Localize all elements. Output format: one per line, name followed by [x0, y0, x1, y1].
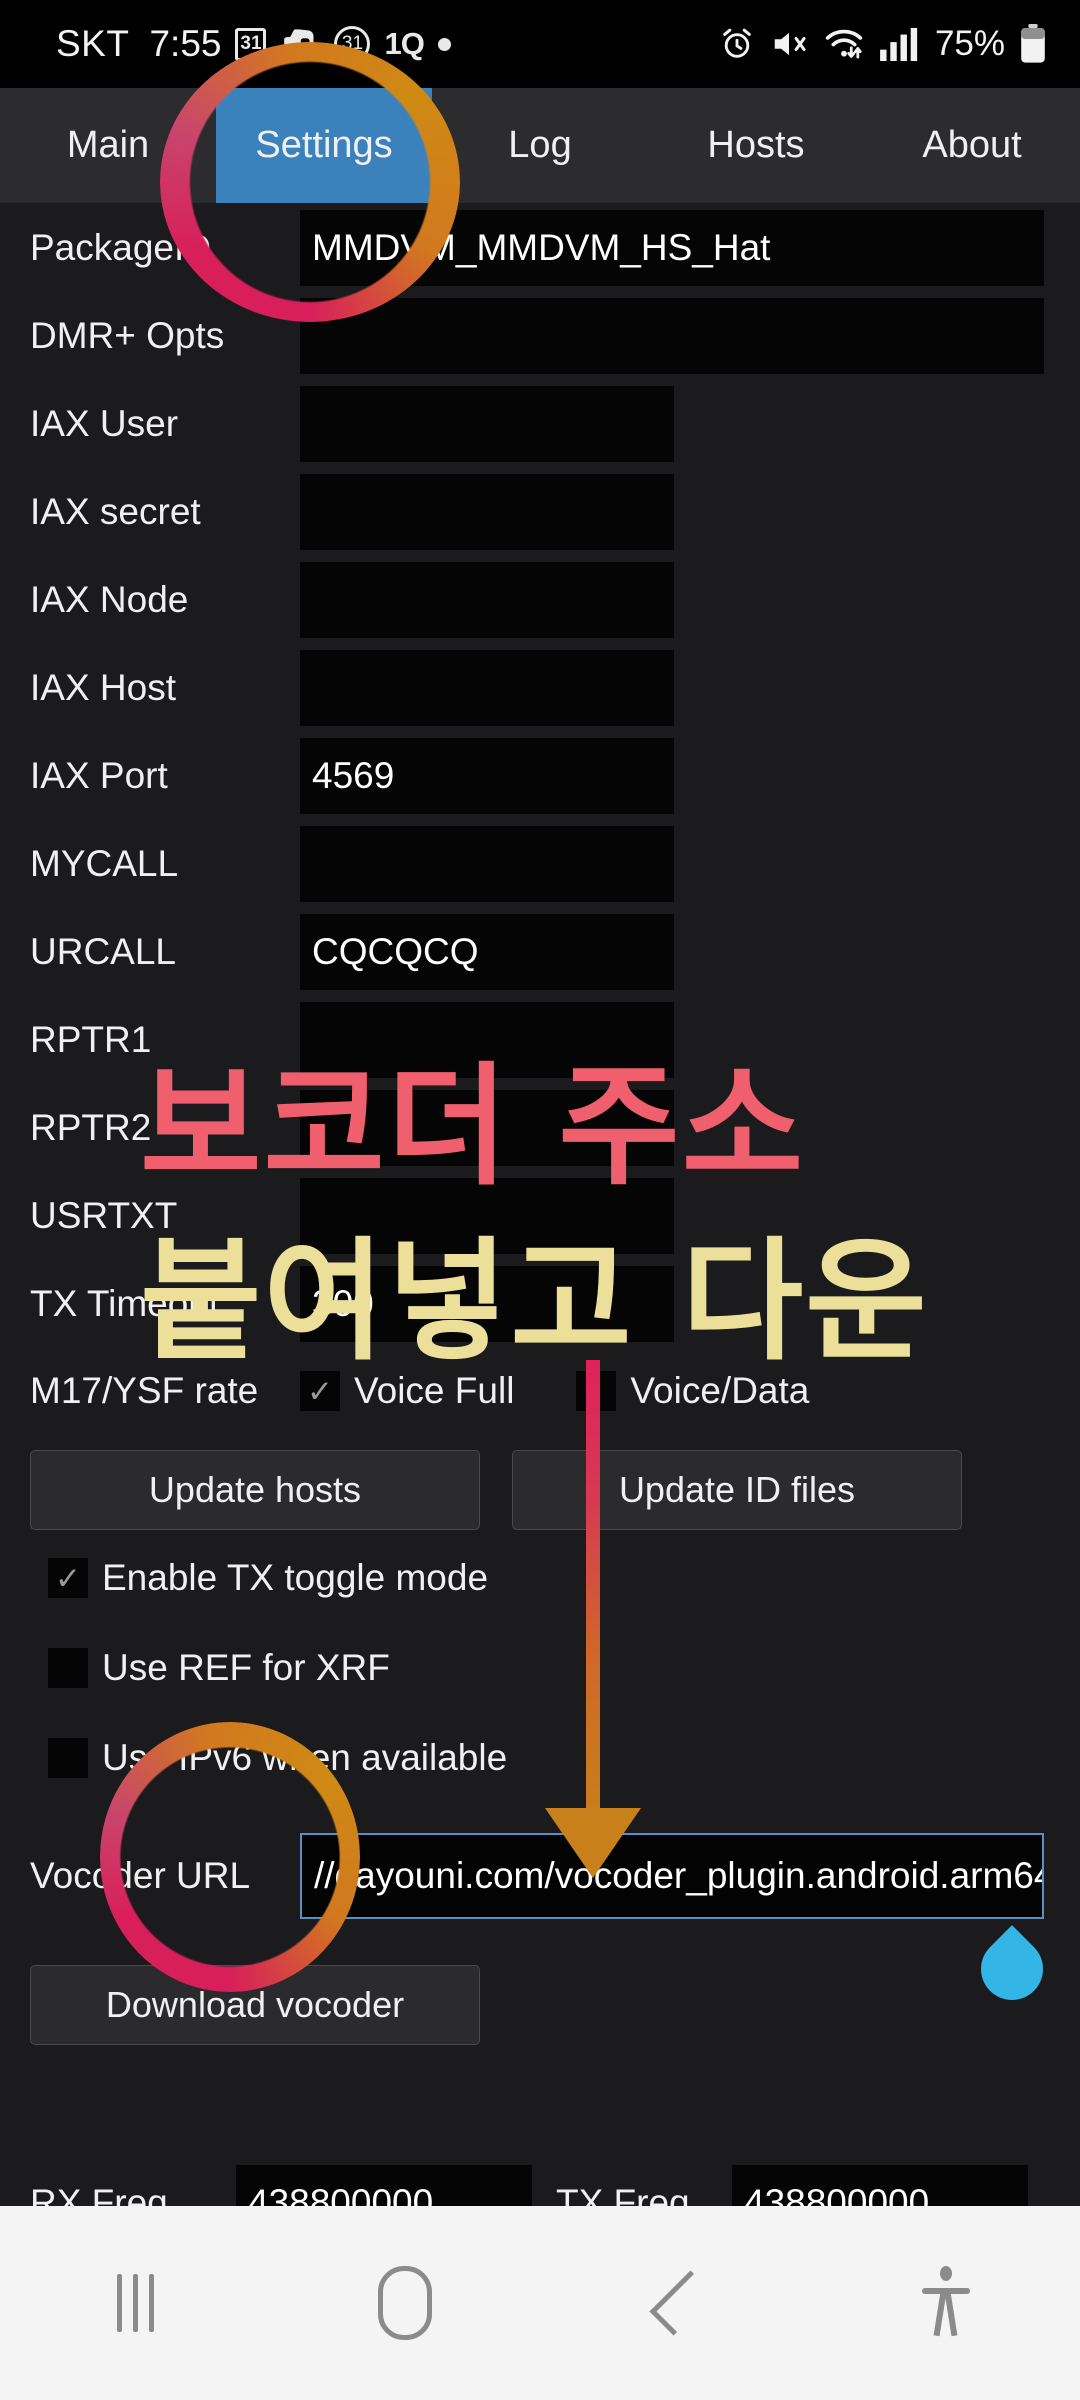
- label-iax-port: IAX Port: [30, 755, 168, 796]
- download-vocoder-button[interactable]: Download vocoder: [30, 1965, 480, 2045]
- accessibility-icon: [918, 2266, 972, 2340]
- input-packageid[interactable]: MMDVM_MMDVM_HS_Hat: [300, 210, 1044, 286]
- vocoder-url-row[interactable]: Vocoder URL //dayouni.com/vocoder_plugin…: [0, 1828, 1080, 1924]
- tab-hosts[interactable]: Hosts: [648, 88, 864, 203]
- mute-icon: [770, 25, 808, 63]
- tab-settings[interactable]: Settings: [216, 88, 432, 203]
- input-vocoder-url[interactable]: //dayouni.com/vocoder_plugin.android.arm…: [300, 1833, 1044, 1919]
- status-bar-right: 75%: [719, 0, 1046, 88]
- checkbox-enable-tx-toggle[interactable]: ✓: [48, 1558, 88, 1598]
- input-urcall[interactable]: CQCQCQ: [300, 914, 674, 990]
- label-dmrplus-opts: DMR+ Opts: [30, 315, 225, 356]
- input-rptr1[interactable]: [300, 1002, 674, 1078]
- label-vocoder-url: Vocoder URL: [30, 1855, 251, 1896]
- m17-ysf-rate-row: M17/YSF rate ✓ Voice Full Voice/Data: [0, 1355, 1080, 1427]
- field-row-usrtxt[interactable]: USRTXT: [0, 1171, 1080, 1261]
- radio-voice-full[interactable]: ✓ Voice Full: [300, 1370, 514, 1412]
- label-iax-user: IAX User: [30, 403, 179, 444]
- home-icon: [378, 2266, 432, 2340]
- label-voice-full: Voice Full: [354, 1370, 515, 1411]
- input-iax-secret[interactable]: [300, 474, 674, 550]
- field-row-mycall[interactable]: MYCALL: [0, 819, 1080, 909]
- wifi-icon: [823, 25, 865, 63]
- update-id-files-button[interactable]: Update ID files: [512, 1450, 962, 1530]
- update-hosts-button[interactable]: Update hosts: [30, 1450, 480, 1530]
- checkbox-row-enable-tx-toggle[interactable]: ✓ Enable TX toggle mode: [0, 1548, 1080, 1608]
- calendar-31-icon: 31: [235, 27, 267, 61]
- label-use-ref-for-xrf: Use REF for XRF: [102, 1647, 390, 1688]
- label-iax-node: IAX Node: [30, 579, 189, 620]
- tab-bar[interactable]: Main Settings Log Hosts About: [0, 88, 1080, 203]
- field-row-rptr1[interactable]: RPTR1: [0, 995, 1080, 1085]
- field-row-iax-user[interactable]: IAX User: [0, 379, 1080, 469]
- carrier-label: SKT: [56, 23, 130, 64]
- vocoder-url-value: //dayouni.com/vocoder_plugin.android.arm…: [314, 1855, 1044, 1896]
- field-row-tx-timeout[interactable]: TX Timeout 300: [0, 1259, 1080, 1349]
- input-rptr2[interactable]: [300, 1090, 674, 1166]
- input-mycall[interactable]: [300, 826, 674, 902]
- field-row-iax-node[interactable]: IAX Node: [0, 555, 1080, 645]
- clock-label: 7:55: [149, 23, 222, 64]
- text-selection-handle[interactable]: [968, 1925, 1056, 2013]
- nav-recents-button[interactable]: [0, 2274, 270, 2332]
- checkbox-use-ref-for-xrf[interactable]: [48, 1648, 88, 1688]
- checkbox-row-use-ref-for-xrf[interactable]: Use REF for XRF: [0, 1638, 1080, 1698]
- field-row-iax-secret[interactable]: IAX secret: [0, 467, 1080, 557]
- checkbox-voice-full[interactable]: ✓: [300, 1371, 340, 1411]
- battery-percent-label: 75%: [934, 24, 1005, 63]
- radio-voice-data[interactable]: Voice/Data: [576, 1370, 809, 1412]
- label-m17-ysf-rate: M17/YSF rate: [30, 1370, 259, 1411]
- field-row-iax-port[interactable]: IAX Port 4569: [0, 731, 1080, 821]
- signal-icon: [880, 27, 918, 62]
- status-bar-left: SKT 7:55 31 31 1Q: [0, 23, 451, 65]
- label-rptr2: RPTR2: [30, 1107, 152, 1148]
- input-dmrplus-opts[interactable]: [300, 298, 1044, 374]
- input-iax-node[interactable]: [300, 562, 674, 638]
- field-row-urcall[interactable]: URCALL CQCQCQ: [0, 907, 1080, 997]
- circle-31-icon: 31: [334, 26, 371, 62]
- tab-main[interactable]: Main: [0, 88, 216, 203]
- label-packageid: PackageID: [30, 227, 211, 268]
- oneq-icon: 1Q: [384, 26, 424, 61]
- tab-log[interactable]: Log: [432, 88, 648, 203]
- input-usrtxt[interactable]: [300, 1178, 674, 1254]
- nav-accessibility-button[interactable]: [810, 2266, 1080, 2340]
- nav-back-button[interactable]: [540, 2270, 810, 2336]
- back-icon: [649, 2270, 715, 2336]
- label-iax-host: IAX Host: [30, 667, 176, 708]
- input-iax-user[interactable]: [300, 386, 674, 462]
- navigation-bar[interactable]: [0, 2206, 1080, 2400]
- label-mycall: MYCALL: [30, 843, 179, 884]
- label-use-ipv6: Use IPv6 when available: [102, 1737, 508, 1778]
- label-usrtxt: USRTXT: [30, 1195, 178, 1236]
- input-tx-timeout[interactable]: 300: [300, 1266, 674, 1342]
- nav-home-button[interactable]: [270, 2266, 540, 2340]
- label-iax-secret: IAX secret: [30, 491, 201, 532]
- field-row-rptr2[interactable]: RPTR2: [0, 1083, 1080, 1173]
- phone-screen: SKT 7:55 31 31 1Q 75% Main Settings Log …: [0, 0, 1080, 2400]
- label-urcall: URCALL: [30, 931, 176, 972]
- label-tx-timeout: TX Timeout: [30, 1283, 220, 1324]
- dot-icon: [437, 37, 451, 51]
- field-row-packageid[interactable]: PackageID MMDVM_MMDVM_HS_Hat: [0, 203, 1080, 293]
- recents-icon: [116, 2274, 154, 2332]
- label-voice-data: Voice/Data: [630, 1370, 810, 1411]
- tab-about[interactable]: About: [864, 88, 1080, 203]
- settings-form: PackageID MMDVM_MMDVM_HS_Hat DMR+ Opts I…: [0, 203, 1080, 2241]
- battery-icon: [1020, 24, 1046, 64]
- alarm-icon: [719, 26, 755, 62]
- label-enable-tx-toggle: Enable TX toggle mode: [102, 1557, 489, 1598]
- checkbox-use-ipv6[interactable]: [48, 1738, 88, 1778]
- field-row-iax-host[interactable]: IAX Host: [0, 643, 1080, 733]
- label-rptr1: RPTR1: [30, 1019, 152, 1060]
- evernote-icon: [280, 24, 320, 64]
- input-iax-host[interactable]: [300, 650, 674, 726]
- checkbox-row-use-ipv6[interactable]: Use IPv6 when available: [0, 1728, 1080, 1788]
- input-iax-port[interactable]: 4569: [300, 738, 674, 814]
- field-row-dmrplus-opts[interactable]: DMR+ Opts: [0, 291, 1080, 381]
- status-bar: SKT 7:55 31 31 1Q 75%: [0, 0, 1080, 88]
- checkbox-voice-data[interactable]: [576, 1371, 617, 1411]
